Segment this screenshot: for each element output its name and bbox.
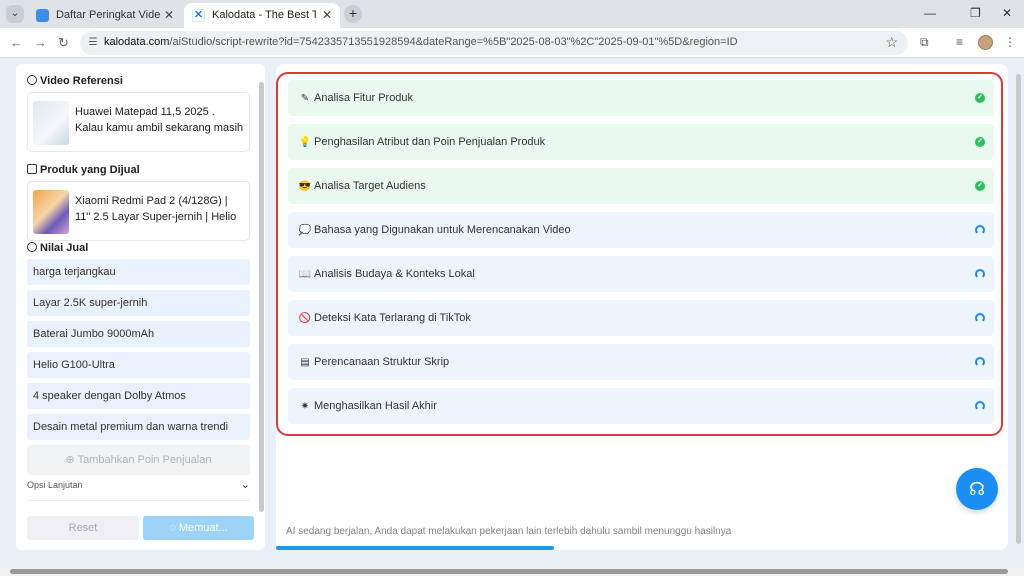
sparkle-icon: ✷	[300, 401, 310, 412]
sunglasses-icon: 😎	[298, 181, 312, 192]
advanced-options-toggle[interactable]: Opsi Lanjutan ⌄	[27, 479, 250, 491]
generate-button[interactable]: ◌ Memuat...	[143, 516, 254, 540]
step-label: Penghasilan Atribut dan Poin Penjualan P…	[314, 136, 546, 148]
headset-icon: ☊	[969, 479, 985, 499]
add-selling-point-button[interactable]: ⊕ Tambahkan Poin Penjualan	[27, 445, 250, 475]
book-icon: 📖	[298, 269, 312, 280]
close-window-icon[interactable]: ✕	[1002, 6, 1012, 20]
loading-spinner-icon	[975, 401, 985, 411]
selling-point-chip[interactable]: Helio G100-Ultra	[27, 352, 250, 378]
restore-icon[interactable]: ❐	[970, 6, 981, 20]
generate-button-label: Memuat...	[178, 522, 228, 534]
check-circle-icon: ✓	[975, 181, 985, 191]
browser-tab-bar: ⌄ Daftar Peringkat Video TikTok S ✕ ✕ Ka…	[0, 0, 1024, 28]
advanced-options-label: Opsi Lanjutan	[27, 480, 83, 490]
site-info-icon[interactable]: ☰	[86, 36, 100, 50]
step-row: 💡 Penghasilan Atribut dan Poin Penjualan …	[288, 124, 994, 160]
step-label: Analisa Fitur Produk	[314, 92, 414, 104]
tab-search-icon[interactable]: ⌄	[6, 5, 24, 23]
media-icon[interactable]: ≡	[956, 35, 963, 49]
lightbulb-icon: 💡	[298, 137, 312, 148]
selling-point-chip[interactable]: Layar 2.5K super-jernih	[27, 290, 250, 316]
selling-points-heading: Nilai Jual	[27, 242, 88, 254]
tab-title: Daftar Peringkat Video TikTok S	[56, 9, 160, 21]
speech-bubble-icon: 💭	[298, 225, 312, 236]
progress-bar	[276, 546, 1008, 550]
loading-spinner-icon	[975, 313, 985, 323]
progress-panel: ✎ Analisa Fitur Produk ✓ 💡 Penghasilan Atrib…	[276, 64, 1008, 550]
new-tab-button[interactable]: +	[344, 5, 362, 23]
target-icon	[27, 242, 37, 252]
progress-fill	[276, 546, 555, 550]
chevron-down-icon: ⌄	[240, 479, 250, 491]
reset-button[interactable]: Reset	[27, 516, 139, 540]
product-text: Xiaomi Redmi Pad 2 (4/128G) | 11" 2.5 La…	[75, 195, 237, 223]
tab-title: Kalodata - The Best Tool for Tik	[212, 9, 316, 21]
plus-circle-icon: ⊕	[65, 454, 75, 466]
box-icon	[27, 164, 37, 174]
selling-point-chip[interactable]: harga terjangkau	[27, 259, 250, 285]
page-scrollbar[interactable]	[1015, 64, 1021, 550]
step-row: 💭 Bahasa yang Digunakan untuk Merencanaka…	[288, 212, 994, 248]
selling-point-chip[interactable]: Desain metal premium dan warna trendi	[27, 414, 250, 440]
panel-scrollbar[interactable]	[259, 82, 264, 512]
step-row: ✎ Analisa Fitur Produk ✓	[288, 80, 994, 116]
video-ref-text: Huawei Matepad 11,5 2025 . Kalau kamu am…	[75, 106, 244, 134]
video-thumbnail	[33, 101, 69, 145]
input-panel: Video Referensi Huawei Matepad 11,5 2025…	[16, 64, 265, 550]
horizontal-scrollbar[interactable]	[0, 566, 1024, 576]
selling-point-chip[interactable]: Baterai Jumbo 9000mAh	[27, 321, 250, 347]
close-tab-icon[interactable]: ✕	[322, 3, 332, 28]
video-ref-card[interactable]: Huawei Matepad 11,5 2025 . Kalau kamu am…	[27, 92, 250, 152]
menu-dots-icon[interactable]: ⋮	[1004, 35, 1016, 49]
address-bar[interactable]: ☰ kalodata.com/aiStudio/script-rewrite?i…	[80, 31, 908, 55]
status-message: AI sedang berjalan, Anda dapat melakukan…	[286, 526, 732, 537]
check-circle-icon: ✓	[975, 137, 985, 147]
loading-spinner-icon	[975, 357, 985, 367]
add-selling-point-label: Tambahkan Poin Penjualan	[77, 454, 212, 466]
forward-icon[interactable]: →	[34, 35, 47, 50]
video-ref-heading: Video Referensi	[27, 75, 123, 87]
step-label: Perencanaan Struktur Skrip	[314, 356, 450, 368]
product-thumbnail	[33, 190, 69, 234]
prohibited-icon: 🚫	[298, 313, 312, 324]
page-content: Video Referensi Huawei Matepad 11,5 2025…	[0, 58, 1024, 566]
kalodata-favicon-icon	[36, 9, 49, 22]
structure-icon: ▤	[300, 357, 310, 368]
check-circle-icon: ✓	[975, 93, 985, 103]
reload-icon[interactable]: ↻	[58, 35, 69, 51]
steps-list: ✎ Analisa Fitur Produk ✓ 💡 Penghasilan Atrib…	[276, 72, 1003, 436]
step-label: Analisa Target Audiens	[314, 180, 426, 192]
play-circle-icon	[27, 75, 37, 85]
browser-toolbar: ← → ↻ ☰ kalodata.com/aiStudio/script-rew…	[0, 28, 1024, 58]
wand-icon: ✎	[300, 93, 310, 104]
product-heading: Produk yang Dijual	[27, 164, 140, 176]
product-card[interactable]: Xiaomi Redmi Pad 2 (4/128G) | 11" 2.5 La…	[27, 181, 250, 241]
selling-point-chip[interactable]: 4 speaker dengan Dolby Atmos	[27, 383, 250, 409]
bookmark-star-icon[interactable]: ☆	[885, 34, 898, 51]
spinner-icon: ◌	[169, 522, 176, 534]
step-label: Deteksi Kata Terlarang di TikTok	[314, 312, 471, 324]
minimize-icon[interactable]: —	[924, 6, 936, 20]
step-label: Bahasa yang Digunakan untuk Merencanakan…	[314, 224, 571, 236]
tab-tiktok-ranking[interactable]: Daftar Peringkat Video TikTok S ✕	[28, 3, 182, 28]
divider	[27, 500, 250, 501]
back-icon[interactable]: ←	[10, 35, 23, 50]
profile-avatar[interactable]	[978, 35, 993, 50]
step-label: Menghasilkan Hasil Akhir	[314, 400, 437, 412]
loading-spinner-icon	[975, 269, 985, 279]
step-row: 📖 Analisis Budaya & Konteks Lokal	[288, 256, 994, 292]
tab-kalodata[interactable]: ✕ Kalodata - The Best Tool for Tik ✕	[184, 3, 340, 28]
step-row: ✷ Menghasilkan Hasil Akhir	[288, 388, 994, 424]
step-label: Analisis Budaya & Konteks Lokal	[314, 268, 475, 280]
kalodata-favicon-icon: ✕	[192, 9, 205, 22]
step-row: 🚫 Deteksi Kata Terlarang di TikTok	[288, 300, 994, 336]
close-tab-icon[interactable]: ✕	[164, 3, 174, 28]
url-text: kalodata.com/aiStudio/script-rewrite?id=…	[104, 36, 738, 48]
step-row: 😎 Analisa Target Audiens ✓	[288, 168, 994, 204]
customer-support-button[interactable]: ☊	[956, 468, 998, 510]
step-row: ▤ Perencanaan Struktur Skrip	[288, 344, 994, 380]
loading-spinner-icon	[975, 225, 985, 235]
extensions-icon[interactable]: ⧉	[920, 35, 929, 50]
